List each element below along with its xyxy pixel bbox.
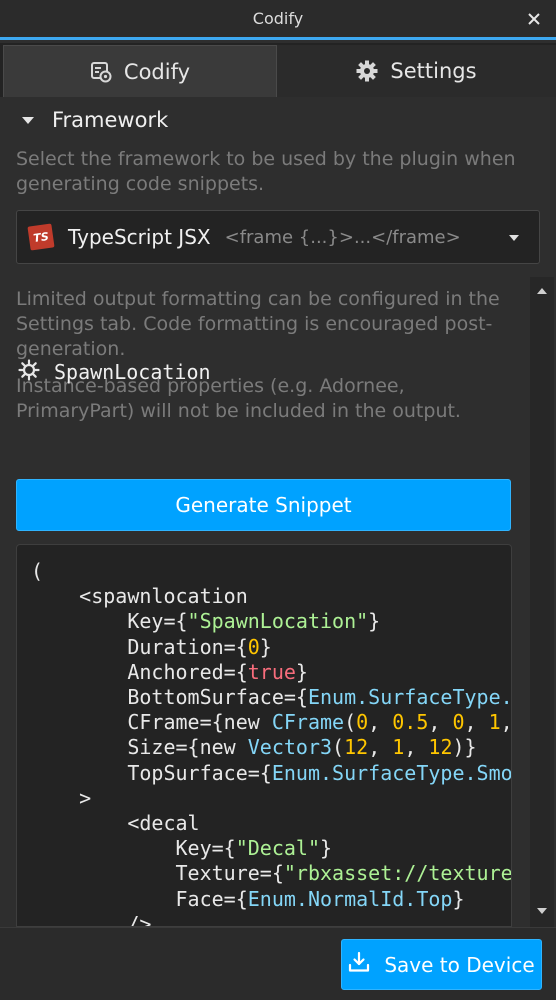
tab-bar: Codify Settings: [0, 43, 556, 97]
footer-bar: Save to Device: [0, 927, 556, 1000]
code-line: Texture={"rbxasset://textures/SpawnLocat…: [31, 861, 512, 886]
code-output[interactable]: ( <spawnlocation Key={"SpawnLocation"} D…: [16, 544, 512, 927]
scroll-down-icon[interactable]: [537, 908, 547, 914]
code-line: />: [31, 911, 152, 927]
spawn-location-icon: [18, 359, 40, 385]
framework-select[interactable]: TS TypeScript JSX <frame {...}>...</fram…: [16, 210, 540, 264]
close-icon[interactable]: [524, 9, 544, 29]
code-line: Size={new Vector3(12, 1, 12)}: [31, 735, 477, 760]
save-to-device-button[interactable]: Save to Device: [341, 939, 542, 990]
code-line: BottomSurface={Enum.SurfaceType.Smooth}: [31, 685, 512, 710]
typescript-logo-icon: TS: [27, 223, 55, 251]
vertical-scrollbar[interactable]: [530, 277, 554, 927]
collapse-triangle-icon: [22, 116, 34, 124]
instance-name: SpawnLocation: [54, 360, 211, 384]
framework-select-value: TypeScript JSX: [68, 225, 211, 249]
framework-select-hint: <frame {...}>...</frame>: [224, 226, 461, 248]
tab-settings[interactable]: Settings: [277, 45, 556, 97]
save-to-device-label: Save to Device: [384, 952, 535, 977]
title-bar: Codify: [0, 0, 556, 40]
scroll-up-icon[interactable]: [537, 288, 547, 294]
code-line: TopSurface={Enum.SurfaceType.Smooth}: [31, 760, 512, 785]
code-line: Key={"Decal"}: [31, 836, 333, 861]
formatting-note: Limited output formatting can be configu…: [16, 288, 500, 360]
chevron-down-icon: [509, 235, 519, 241]
code-line: Anchored={true}: [31, 659, 308, 684]
codify-icon: [90, 61, 112, 83]
tab-codify[interactable]: Codify: [3, 45, 277, 97]
download-icon: [348, 951, 370, 978]
window-title: Codify: [252, 9, 304, 28]
selected-instance: SpawnLocation: [18, 359, 211, 385]
framework-section-toggle[interactable]: Framework: [22, 108, 168, 132]
code-line: Key={"SpawnLocation"}: [31, 609, 381, 634]
code-line: Face={Enum.NormalId.Top}: [31, 886, 465, 911]
code-line: CFrame={new CFrame(0, 0.5, 0, 1, 0, 0, 0…: [31, 710, 512, 735]
tab-settings-label: Settings: [390, 59, 477, 83]
code-line: <spawnlocation: [31, 584, 248, 609]
generate-snippet-label: Generate Snippet: [175, 493, 352, 517]
framework-heading: Framework: [52, 108, 169, 132]
code-line: (: [31, 559, 44, 583]
code-line: Duration={0}: [31, 634, 272, 659]
code-text: ( <spawnlocation Key={"SpawnLocation"} D…: [31, 559, 512, 927]
tab-codify-label: Codify: [123, 59, 191, 84]
code-line: <decal: [31, 811, 200, 836]
framework-description: Select the framework to be used by the p…: [16, 148, 516, 195]
codify-panel: Framework Select the framework to be use…: [0, 97, 556, 927]
generate-snippet-button[interactable]: Generate Snippet: [16, 479, 511, 531]
code-line: >: [31, 785, 92, 810]
gear-icon: [356, 60, 378, 82]
